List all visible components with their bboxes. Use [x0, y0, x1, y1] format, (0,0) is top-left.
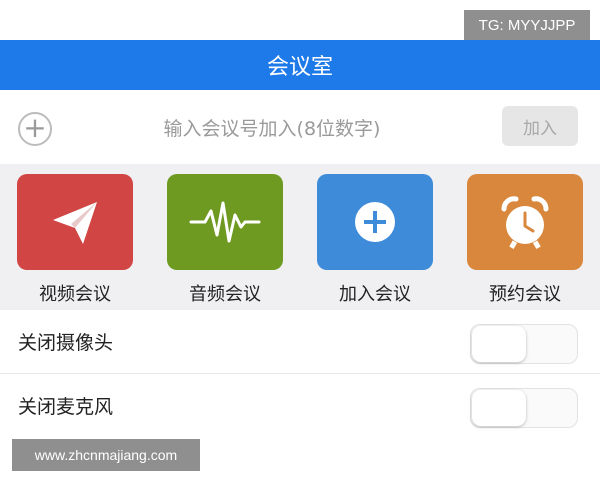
tg-badge: TG: MYYJJPP	[464, 10, 590, 40]
audio-meeting-label: 音频会议	[189, 284, 261, 305]
join-meeting-label: 加入会议	[339, 284, 411, 305]
camera-off-row: 关闭摄像头	[0, 312, 600, 374]
mic-off-toggle[interactable]	[470, 388, 578, 428]
row-divider	[0, 373, 600, 374]
waveform-icon	[189, 201, 261, 243]
page-title: 会议室	[266, 55, 333, 80]
join-meeting-bar: + 加入	[0, 90, 600, 164]
mic-off-row: 关闭麦克风	[0, 376, 600, 438]
toggle-knob	[472, 390, 526, 426]
plus-circle-icon	[355, 202, 395, 242]
schedule-meeting-tile[interactable]	[467, 174, 583, 270]
camera-off-toggle[interactable]	[470, 324, 578, 364]
schedule-meeting-label: 预约会议	[489, 284, 561, 305]
video-meeting-label: 视频会议	[39, 284, 111, 305]
meeting-number-input[interactable]	[80, 110, 464, 148]
audio-meeting-tile[interactable]	[167, 174, 283, 270]
app-header: 会议室	[0, 40, 600, 90]
toggle-knob	[472, 326, 526, 362]
plus-circle-icon[interactable]: +	[18, 112, 52, 146]
mic-off-label: 关闭麦克风	[18, 396, 114, 418]
join-meeting-tile[interactable]	[317, 174, 433, 270]
camera-off-label: 关闭摄像头	[18, 332, 114, 354]
tg-badge-text: TG: MYYJJPP	[478, 16, 576, 34]
paper-plane-icon	[53, 202, 97, 244]
site-watermark: www.zhcnmajiang.com	[12, 439, 200, 471]
feature-tiles: 视频会议 音频会议 加入会议 预约会议	[0, 164, 600, 310]
site-watermark-text: www.zhcnmajiang.com	[34, 447, 178, 463]
join-button[interactable]: 加入	[502, 106, 578, 146]
alarm-clock-icon	[501, 196, 549, 249]
join-button-label: 加入	[523, 118, 557, 139]
video-meeting-tile[interactable]	[17, 174, 133, 270]
